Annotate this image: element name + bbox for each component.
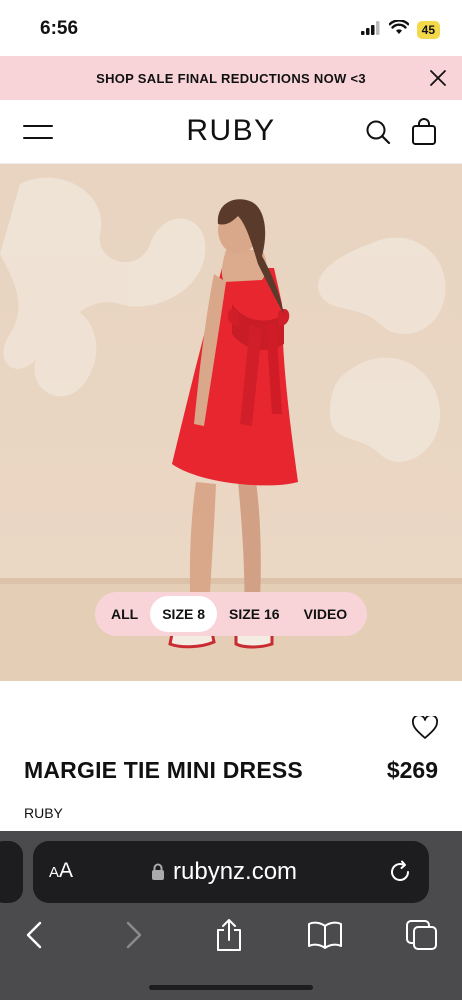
shopping-bag-icon: [412, 118, 436, 145]
tabs-icon: [406, 920, 437, 950]
filter-size-8[interactable]: SIZE 8: [150, 596, 218, 632]
product-title: MARGIE TIE MINI DRESS: [24, 757, 303, 783]
promo-banner: SHOP SALE FINAL REDUCTIONS NOW <3: [0, 56, 462, 100]
home-indicator: [149, 985, 313, 990]
bookmarks-button[interactable]: [305, 915, 345, 955]
battery-indicator: 45: [416, 21, 440, 39]
product-image[interactable]: ALL SIZE 8 SIZE 16 VIDEO: [0, 164, 462, 681]
address-bar[interactable]: AA rubynz.com: [33, 841, 429, 903]
promo-close-button[interactable]: [424, 64, 452, 92]
search-button[interactable]: [362, 116, 394, 148]
heart-icon: [412, 716, 438, 739]
site-header: RUBY: [0, 100, 462, 164]
filter-size-16[interactable]: SIZE 16: [217, 596, 292, 632]
cart-button[interactable]: [408, 115, 440, 149]
url-display[interactable]: rubynz.com: [151, 858, 297, 886]
close-icon: [430, 70, 446, 86]
product-brand[interactable]: RUBY: [24, 805, 63, 821]
reload-icon: [391, 860, 409, 881]
chevron-right-icon: [126, 921, 142, 949]
tabs-button[interactable]: [402, 915, 442, 955]
cellular-signal-icon: [360, 20, 381, 40]
share-button[interactable]: [209, 915, 249, 955]
product-info: MARGIE TIE MINI DRESS $269 RUBY: [0, 681, 462, 831]
filter-video[interactable]: VIDEO: [292, 596, 360, 632]
reader-options-button[interactable]: AA: [49, 859, 73, 883]
lock-icon: [152, 863, 164, 880]
previous-tab[interactable]: [0, 841, 23, 903]
share-icon: [217, 919, 241, 951]
forward-button[interactable]: [114, 915, 154, 955]
gallery-filter-bar: ALL SIZE 8 SIZE 16 VIDEO: [95, 592, 367, 636]
book-icon: [308, 921, 342, 949]
search-icon: [366, 120, 391, 145]
back-button[interactable]: [14, 915, 54, 955]
status-icons: 45: [360, 19, 440, 40]
status-time: 6:56: [40, 18, 79, 39]
status-bar: 6:56 45: [0, 0, 462, 56]
promo-text: SHOP SALE FINAL REDUCTIONS NOW <3: [96, 70, 366, 86]
url-text: rubynz.com: [173, 858, 298, 885]
wishlist-button[interactable]: [410, 713, 440, 743]
filter-all[interactable]: ALL: [99, 596, 150, 632]
aa-small: A: [49, 864, 60, 881]
browser-chrome: AA rubynz.com: [0, 831, 462, 1000]
wifi-icon: [388, 19, 410, 40]
chevron-left-icon: [26, 921, 42, 949]
browser-toolbar: [0, 915, 462, 955]
reload-button[interactable]: [385, 857, 415, 887]
aa-large: A: [59, 859, 74, 882]
product-price: $269: [386, 757, 438, 783]
